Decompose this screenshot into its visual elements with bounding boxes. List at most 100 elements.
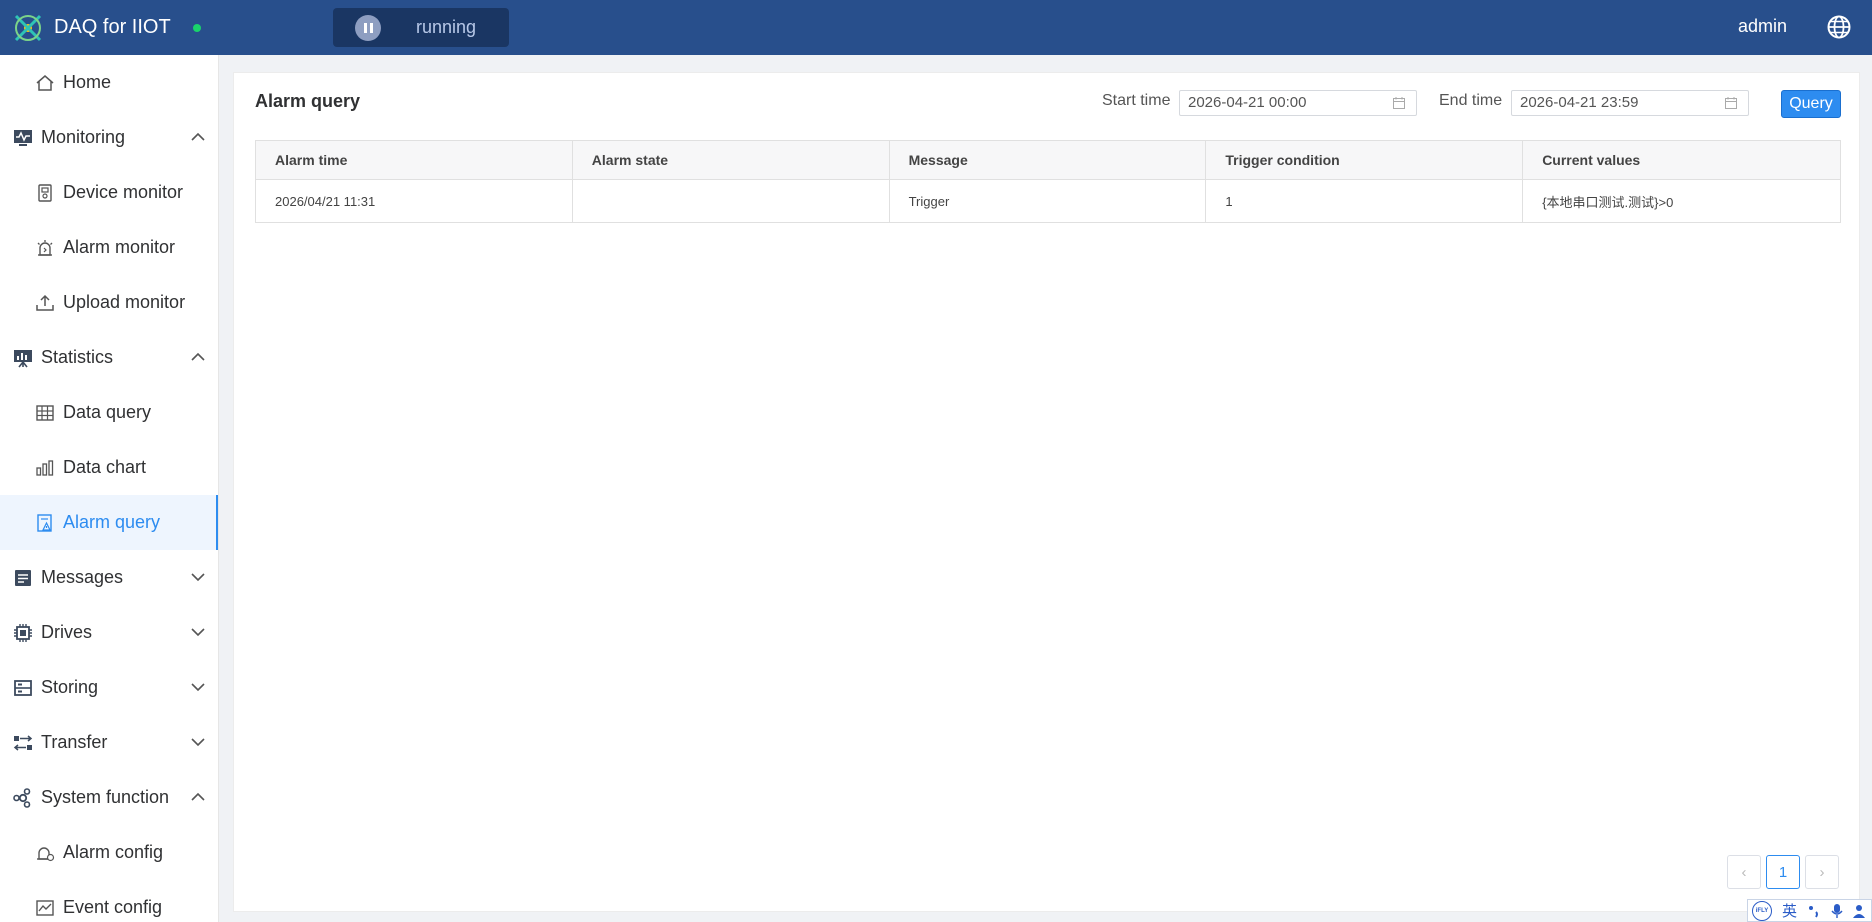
table-cell (573, 180, 890, 222)
chevron-down-icon (191, 628, 205, 637)
sidebar-item-transfer[interactable]: Transfer (0, 715, 218, 770)
sidebar-item-label: System function (41, 787, 170, 807)
transfer-icon (12, 732, 34, 754)
calendar-icon (1725, 97, 1737, 109)
sidebar-item-label: Alarm query (63, 512, 161, 532)
pagination: ‹ 1 › (1727, 855, 1839, 889)
column-header[interactable]: Alarm state (573, 141, 890, 179)
home-icon (34, 72, 56, 94)
chevron-up-icon (191, 792, 205, 801)
sidebar-item-data-query[interactable]: Data query (0, 385, 218, 440)
sidebar-item-label: Home (63, 72, 112, 92)
sidebar-item-messages[interactable]: Messages (0, 550, 218, 605)
ime-toolbar[interactable]: iFLY 英 (1747, 899, 1872, 922)
connection-status-dot (192, 23, 201, 32)
upload-icon (34, 292, 56, 314)
page-1-button[interactable]: 1 (1766, 855, 1800, 889)
sidebar-item-label: Storing (41, 677, 99, 697)
run-status-label: running (416, 17, 477, 37)
sidebar-item-label: Event config (63, 897, 163, 917)
user-settings-icon[interactable] (1853, 903, 1866, 919)
chevron-down-icon (191, 573, 205, 582)
start-time-value: 2026-04-21 00:00 (1188, 94, 1307, 111)
pause-icon[interactable] (355, 14, 381, 41)
sidebar-item-label: Alarm monitor (63, 237, 176, 257)
sidebar-item-device-monitor[interactable]: Device monitor (0, 165, 218, 220)
storage-icon (12, 677, 34, 699)
chevron-up-icon (191, 132, 205, 141)
sidebar-item-label: Monitoring (41, 127, 126, 147)
chevron-down-icon (191, 683, 205, 692)
prev-page-button[interactable]: ‹ (1727, 855, 1761, 889)
sidebar-item-alarm-monitor[interactable]: Alarm monitor (0, 220, 218, 275)
end-time-input[interactable]: 2026-04-21 23:59 (1511, 90, 1749, 116)
ime-language-toggle[interactable]: 英 (1782, 900, 1797, 921)
chevron-up-icon (191, 352, 205, 361)
sidebar-item-label: Messages (41, 567, 124, 587)
user-menu[interactable]: admin (1738, 16, 1787, 37)
column-header[interactable]: Trigger condition (1206, 141, 1524, 179)
table-header-row: Alarm time Alarm state Message Trigger c… (256, 141, 1840, 180)
language-globe-icon[interactable] (1826, 14, 1852, 40)
calendar-icon (1393, 97, 1405, 109)
monitor-icon (12, 127, 34, 149)
sidebar-item-label: Alarm config (63, 842, 164, 862)
ime-punctuation-icon[interactable] (1807, 904, 1821, 918)
alarm-config-icon (34, 842, 56, 864)
sidebar-item-label: Data chart (63, 457, 147, 477)
column-header[interactable]: Alarm time (256, 141, 573, 179)
sidebar-item-home[interactable]: Home (0, 55, 218, 110)
end-time-value: 2026-04-21 23:59 (1520, 94, 1639, 111)
sidebar-item-system-function[interactable]: System function (0, 770, 218, 825)
table-row[interactable]: 2026/04/21 11:31 Trigger 1 {本地串口测试.测试}>0 (256, 180, 1840, 222)
system-icon (12, 787, 34, 809)
query-button[interactable]: Query (1781, 90, 1841, 118)
table-cell: {本地串口测试.测试}>0 (1542, 194, 1674, 210)
ime-logo-icon[interactable]: iFLY (1752, 900, 1772, 921)
table-icon (34, 402, 56, 424)
page-title: Alarm query (255, 91, 361, 111)
end-time-label: End time (1439, 92, 1503, 109)
sidebar-item-monitoring[interactable]: Monitoring (0, 110, 218, 165)
sidebar: Home Monitoring Device monitor Alarm mon… (0, 55, 219, 922)
alarm-query-panel: Alarm query Start time 2026-04-21 00:00 … (233, 72, 1860, 912)
microphone-icon[interactable] (1831, 903, 1843, 919)
sidebar-item-label: Data query (63, 402, 152, 422)
sidebar-item-event-config[interactable]: Event config (0, 880, 218, 922)
event-icon (34, 897, 56, 919)
statistics-icon (12, 347, 34, 369)
next-page-button[interactable]: › (1805, 855, 1839, 889)
top-header: DAQ for IIOT running admin (0, 0, 1872, 55)
start-time-label: Start time (1102, 92, 1171, 109)
sidebar-item-upload-monitor[interactable]: Upload monitor (0, 275, 218, 330)
run-control[interactable]: running (333, 8, 509, 47)
chevron-down-icon (191, 738, 205, 747)
start-time-input[interactable]: 2026-04-21 00:00 (1179, 90, 1417, 116)
alarm-icon (34, 237, 56, 259)
sidebar-item-label: Device monitor (63, 182, 184, 202)
table-cell: 1 (1206, 180, 1524, 222)
messages-icon (12, 567, 34, 589)
sidebar-item-label: Drives (41, 622, 93, 642)
bar-chart-icon (34, 457, 56, 479)
table-cell: Trigger (890, 180, 1207, 222)
sidebar-item-alarm-config[interactable]: Alarm config (0, 825, 218, 880)
sidebar-item-label: Transfer (41, 732, 108, 752)
logo-icon (14, 14, 42, 41)
sidebar-item-storing[interactable]: Storing (0, 660, 218, 715)
table-cell: 2026/04/21 11:31 (256, 180, 573, 222)
device-icon (34, 182, 56, 204)
sidebar-item-data-chart[interactable]: Data chart (0, 440, 218, 495)
alarm-table: Alarm time Alarm state Message Trigger c… (255, 140, 1841, 223)
sidebar-item-statistics[interactable]: Statistics (0, 330, 218, 385)
sidebar-item-label: Upload monitor (63, 292, 186, 312)
chip-icon (12, 622, 34, 644)
sidebar-item-drives[interactable]: Drives (0, 605, 218, 660)
column-header[interactable]: Current values (1523, 141, 1840, 179)
sidebar-item-label: Statistics (41, 347, 114, 367)
column-header[interactable]: Message (890, 141, 1207, 179)
alarm-query-icon (34, 512, 56, 534)
sidebar-item-alarm-query[interactable]: Alarm query (0, 495, 218, 550)
app-logo[interactable]: DAQ for IIOT (12, 0, 201, 55)
app-title: DAQ for IIOT (54, 16, 171, 38)
